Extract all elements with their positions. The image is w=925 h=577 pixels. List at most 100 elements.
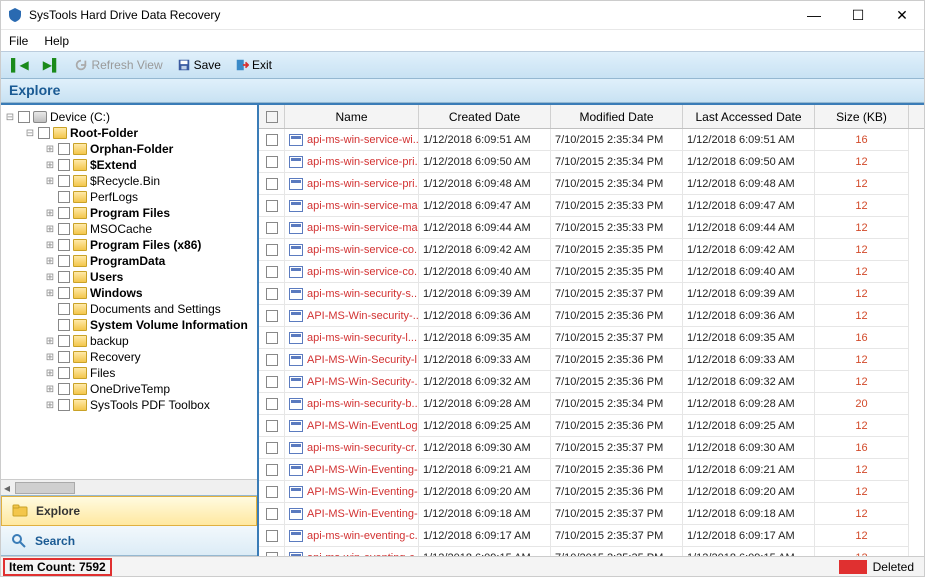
col-accessed[interactable]: Last Accessed Date (683, 105, 815, 128)
row-checkbox[interactable] (259, 503, 285, 525)
tree-item[interactable]: ⊞PerfLogs (1, 189, 257, 205)
tree-item[interactable]: ⊞$Recycle.Bin (1, 173, 257, 189)
file-list-body[interactable]: api-ms-win-service-wi...1/12/2018 6:09:5… (259, 129, 924, 556)
cell-size: 12 (815, 261, 909, 283)
cell-size: 16 (815, 129, 909, 151)
col-name[interactable]: Name (285, 105, 419, 128)
cell-name: api-ms-win-security-b... (285, 393, 419, 415)
row-checkbox[interactable] (259, 437, 285, 459)
tree-item[interactable]: ⊞Program Files (1, 205, 257, 221)
table-row[interactable]: api-ms-win-security-b...1/12/2018 6:09:2… (259, 393, 924, 415)
menu-file[interactable]: File (9, 34, 28, 48)
cell-created: 1/12/2018 6:09:32 AM (419, 371, 551, 393)
row-checkbox[interactable] (259, 327, 285, 349)
tree-item[interactable]: ⊞Program Files (x86) (1, 237, 257, 253)
cell-modified: 7/10/2015 2:35:36 PM (551, 371, 683, 393)
folder-tree[interactable]: ⊟ Device (C:) ⊟Root-Folder ⊞Orphan-Folde… (1, 105, 257, 479)
row-checkbox[interactable] (259, 349, 285, 371)
close-button[interactable]: ✕ (880, 1, 924, 29)
row-checkbox[interactable] (259, 415, 285, 437)
tree-item[interactable]: ⊞Users (1, 269, 257, 285)
row-checkbox[interactable] (259, 547, 285, 556)
tree-item[interactable]: ⊞Recovery (1, 349, 257, 365)
table-row[interactable]: API-MS-Win-Security-l...1/12/2018 6:09:3… (259, 349, 924, 371)
col-modified[interactable]: Modified Date (551, 105, 683, 128)
exit-button[interactable]: Exit (231, 56, 276, 74)
row-checkbox[interactable] (259, 217, 285, 239)
row-checkbox[interactable] (259, 459, 285, 481)
table-row[interactable]: api-ms-win-service-pri...1/12/2018 6:09:… (259, 151, 924, 173)
row-checkbox[interactable] (259, 283, 285, 305)
tree-item[interactable]: ⊞Documents and Settings (1, 301, 257, 317)
row-checkbox[interactable] (259, 129, 285, 151)
table-row[interactable]: api-ms-win-eventing-c...1/12/2018 6:09:1… (259, 547, 924, 556)
table-row[interactable]: api-ms-win-security-cr...1/12/2018 6:09:… (259, 437, 924, 459)
tree-item[interactable]: ⊞backup (1, 333, 257, 349)
row-checkbox[interactable] (259, 151, 285, 173)
table-row[interactable]: api-ms-win-service-wi...1/12/2018 6:09:5… (259, 129, 924, 151)
tree-item[interactable]: ⊞MSOCache (1, 221, 257, 237)
nav-forward-button[interactable]: ▶▌ (39, 56, 65, 74)
table-row[interactable]: API-MS-Win-security-...1/12/2018 6:09:36… (259, 305, 924, 327)
cell-modified: 7/10/2015 2:35:36 PM (551, 481, 683, 503)
table-row[interactable]: API-MS-Win-EventLog...1/12/2018 6:09:25 … (259, 415, 924, 437)
table-row[interactable]: api-ms-win-service-co...1/12/2018 6:09:4… (259, 239, 924, 261)
row-checkbox[interactable] (259, 261, 285, 283)
cell-accessed: 1/12/2018 6:09:51 AM (683, 129, 815, 151)
app-icon (7, 7, 23, 23)
row-checkbox[interactable] (259, 525, 285, 547)
table-row[interactable]: API-MS-Win-Eventing-...1/12/2018 6:09:20… (259, 481, 924, 503)
cell-accessed: 1/12/2018 6:09:25 AM (683, 415, 815, 437)
nav-back-button[interactable]: ▌◀ (7, 56, 33, 74)
explore-icon (12, 503, 28, 519)
table-row[interactable]: API-MS-Win-Eventing-...1/12/2018 6:09:18… (259, 503, 924, 525)
row-checkbox[interactable] (259, 481, 285, 503)
tree-item[interactable]: ⊞Orphan-Folder (1, 141, 257, 157)
menu-help[interactable]: Help (44, 34, 69, 48)
tree-item[interactable]: ⊞OneDriveTemp (1, 381, 257, 397)
table-row[interactable]: api-ms-win-service-co...1/12/2018 6:09:4… (259, 261, 924, 283)
tree-horizontal-scrollbar[interactable]: ◂ (1, 479, 257, 495)
row-checkbox[interactable] (259, 173, 285, 195)
row-checkbox[interactable] (259, 239, 285, 261)
tree-item[interactable]: ⊞SysTools PDF Toolbox (1, 397, 257, 413)
cell-created: 1/12/2018 6:09:50 AM (419, 151, 551, 173)
row-checkbox[interactable] (259, 393, 285, 415)
file-icon (289, 442, 303, 454)
cell-created: 1/12/2018 6:09:35 AM (419, 327, 551, 349)
maximize-button[interactable]: ☐ (836, 1, 880, 29)
table-row[interactable]: api-ms-win-service-ma...1/12/2018 6:09:4… (259, 195, 924, 217)
table-row[interactable]: API-MS-Win-Eventing-...1/12/2018 6:09:21… (259, 459, 924, 481)
col-size[interactable]: Size (KB) (815, 105, 909, 128)
save-button[interactable]: Save (173, 56, 225, 74)
row-checkbox[interactable] (259, 305, 285, 327)
col-checkbox[interactable] (259, 105, 285, 128)
table-row[interactable]: api-ms-win-service-pri...1/12/2018 6:09:… (259, 173, 924, 195)
tree-item[interactable]: ⊞Windows (1, 285, 257, 301)
table-row[interactable]: api-ms-win-security-s...1/12/2018 6:09:3… (259, 283, 924, 305)
tree-item[interactable]: ⊟Root-Folder (1, 125, 257, 141)
table-row[interactable]: api-ms-win-eventing-c...1/12/2018 6:09:1… (259, 525, 924, 547)
col-created[interactable]: Created Date (419, 105, 551, 128)
tree-item[interactable]: ⊞$Extend (1, 157, 257, 173)
cell-accessed: 1/12/2018 6:09:47 AM (683, 195, 815, 217)
cell-size: 20 (815, 393, 909, 415)
cell-modified: 7/10/2015 2:35:36 PM (551, 459, 683, 481)
file-icon (289, 464, 303, 476)
table-row[interactable]: api-ms-win-service-ma...1/12/2018 6:09:4… (259, 217, 924, 239)
refresh-button[interactable]: Refresh View (70, 56, 166, 74)
table-row[interactable]: api-ms-win-security-l...1/12/2018 6:09:3… (259, 327, 924, 349)
row-checkbox[interactable] (259, 195, 285, 217)
table-row[interactable]: API-MS-Win-Security-...1/12/2018 6:09:32… (259, 371, 924, 393)
minimize-button[interactable]: — (792, 1, 836, 29)
tree-root[interactable]: ⊟ Device (C:) (1, 109, 257, 125)
tab-search[interactable]: Search (1, 526, 257, 556)
cell-modified: 7/10/2015 2:35:35 PM (551, 261, 683, 283)
row-checkbox[interactable] (259, 371, 285, 393)
tab-explore[interactable]: Explore (1, 496, 257, 526)
tree-item[interactable]: ⊞ProgramData (1, 253, 257, 269)
cell-accessed: 1/12/2018 6:09:35 AM (683, 327, 815, 349)
tree-item[interactable]: ⊞System Volume Information (1, 317, 257, 333)
tree-item[interactable]: ⊞Files (1, 365, 257, 381)
deleted-legend-color (839, 560, 867, 574)
